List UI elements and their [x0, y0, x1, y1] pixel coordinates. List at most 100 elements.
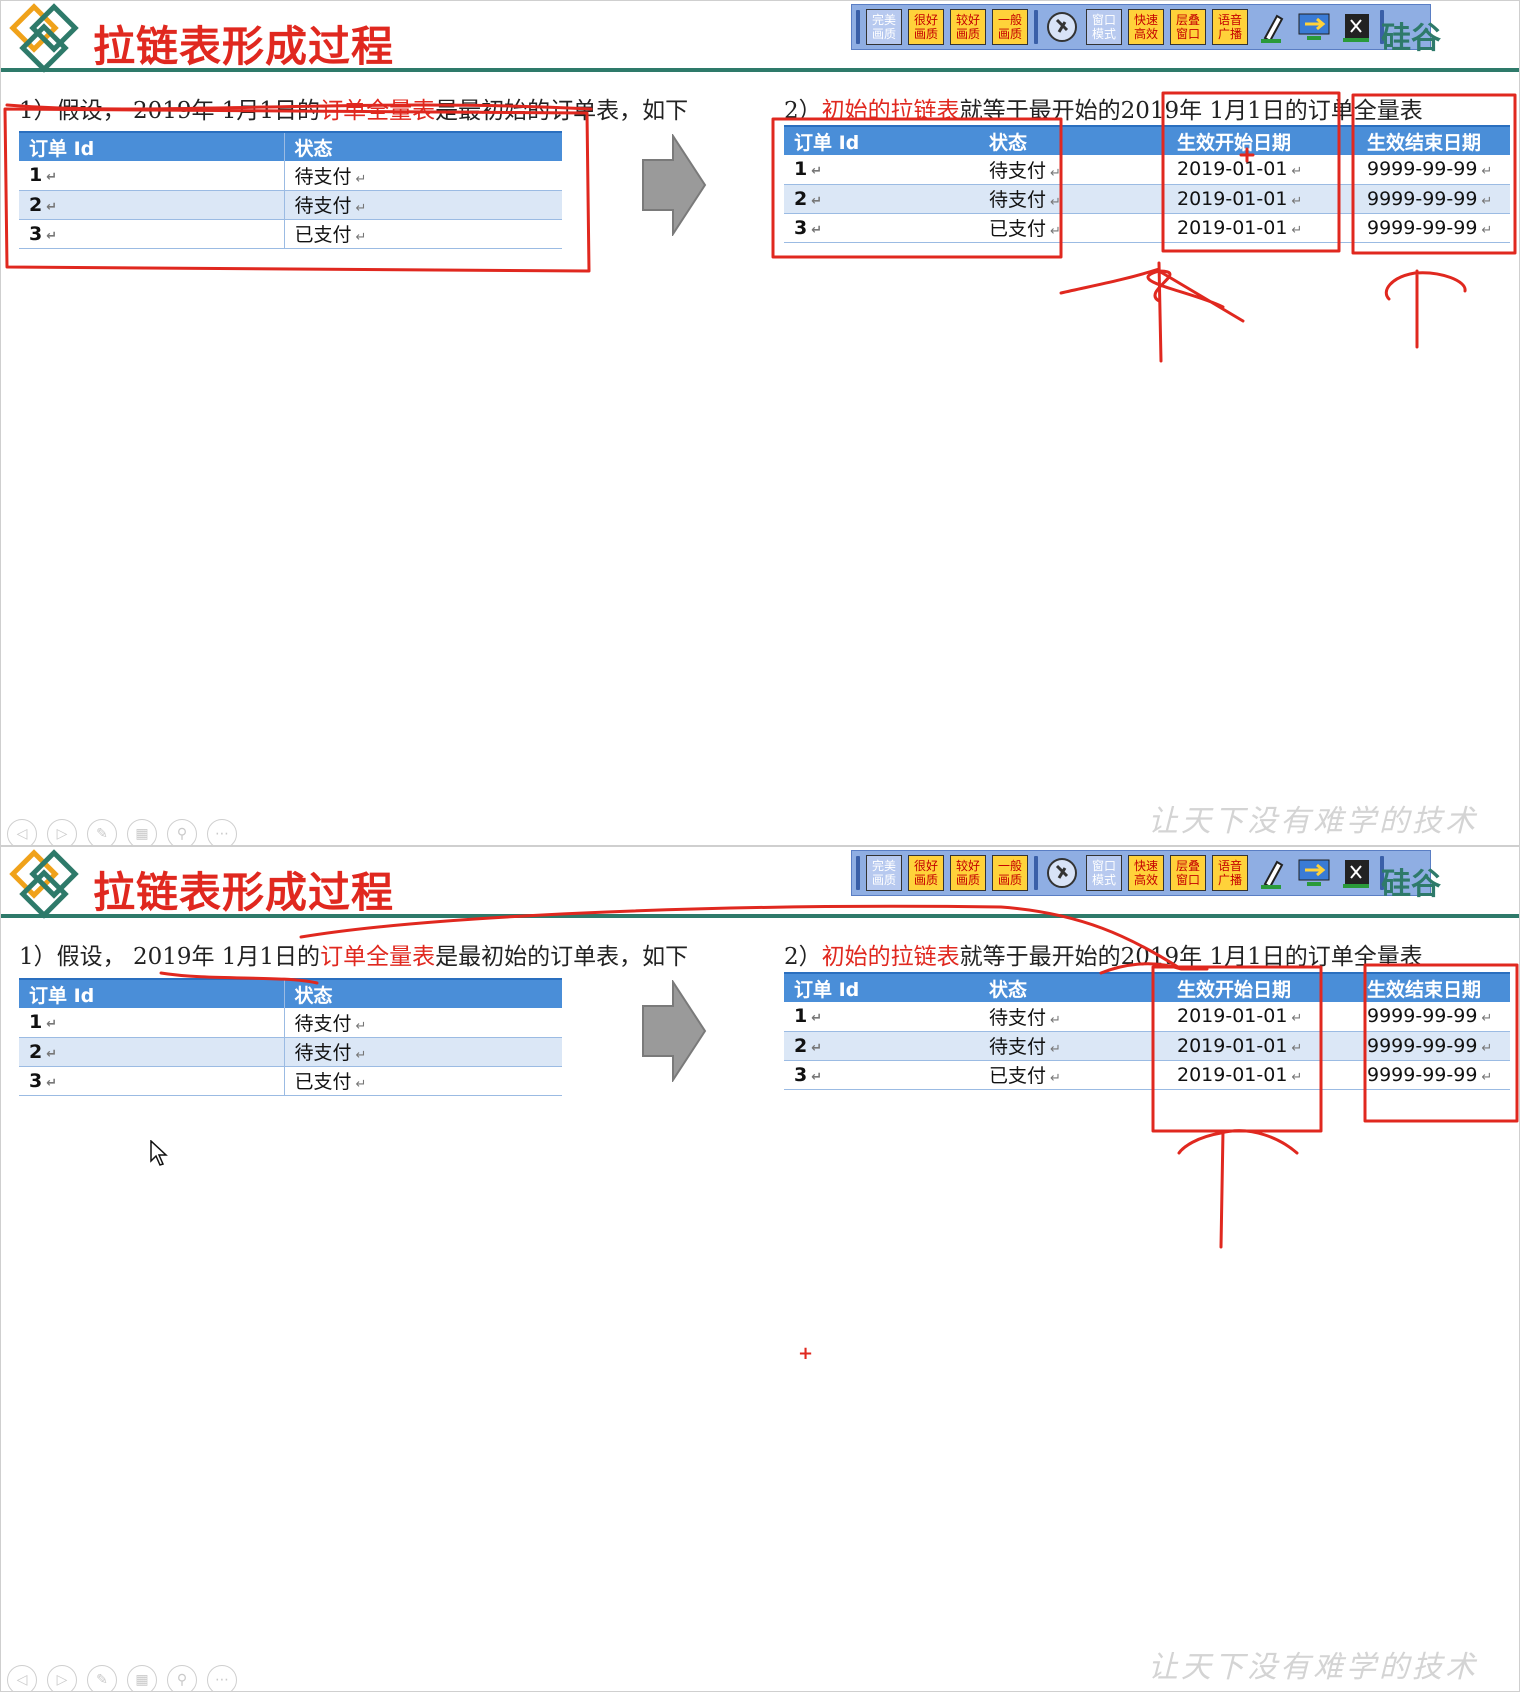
cell-text: 3: [794, 1063, 808, 1086]
table-cell: 3 ↵: [784, 1060, 979, 1090]
more-options-button[interactable]: ⋯: [207, 819, 237, 845]
table-cell: 已支付 ↵: [979, 213, 1167, 243]
return-mark: ↵: [46, 1017, 58, 1033]
right-arrow-icon: [642, 134, 707, 236]
order-full-table: 订单 Id 状态 1 ↵ 待支付 ↵ 2 ↵ 待支付 ↵ 3 ↵ 已支付 ↵: [19, 131, 562, 249]
slides-grid-button[interactable]: ▦: [127, 819, 157, 845]
cell-text: 待支付: [989, 1036, 1047, 1058]
board-icon[interactable]: [1338, 9, 1374, 45]
cell-text: 2019-01-01: [1177, 216, 1288, 239]
cascade-window-button[interactable]: 层叠窗口: [1170, 9, 1206, 45]
diamond-logo-icon: [9, 3, 79, 73]
return-mark: ↵: [1291, 1069, 1303, 1085]
table-row: 3 ↵ 已支付 ↵ 2019-01-01 ↵ 9999-99-99 ↵: [784, 213, 1510, 243]
table-cell: 9999-99-99 ↵: [1357, 1060, 1510, 1090]
table-row: 2 ↵ 待支付 ↵ 2019-01-01 ↵ 9999-99-99 ↵: [784, 1031, 1510, 1061]
step-1-highlight: 订单全量表: [320, 944, 436, 970]
step-1-text: 1）假设， 2019年 1月1日的订单全量表是最初始的订单表，如下: [19, 91, 688, 125]
table-cell: 1 ↵: [784, 155, 979, 185]
pen-tool-button[interactable]: ✎: [87, 1665, 117, 1691]
voice-broadcast-button[interactable]: 语音广播: [1212, 855, 1248, 891]
table-row: 3 ↵ 已支付 ↵: [19, 1066, 562, 1096]
return-mark: ↵: [46, 1046, 58, 1062]
return-mark: ↵: [811, 1040, 823, 1056]
screen-switch-icon[interactable]: [1296, 855, 1332, 891]
return-mark: ↵: [1481, 193, 1493, 209]
table-cell: 9999-99-99 ↵: [1357, 213, 1510, 243]
table-header-cell: 生效结束日期: [1357, 972, 1510, 1002]
table-cell: 9999-99-99 ↵: [1357, 1031, 1510, 1061]
window-mode-button[interactable]: 窗口模式: [1086, 9, 1122, 45]
initial-zipper-table: 订单 Id 状态 生效开始日期 生效结束日期 1 ↵ 待支付 ↵ 2019-01-0…: [784, 972, 1510, 1090]
return-mark: ↵: [811, 1011, 823, 1027]
table-cell: 1 ↵: [19, 1008, 285, 1038]
table-row: 3 ↵ 已支付 ↵ 2019-01-01 ↵ 9999-99-99 ↵: [784, 1060, 1510, 1090]
table-cell: 2019-01-01 ↵: [1167, 155, 1357, 185]
cell-text: 9999-99-99: [1367, 187, 1478, 210]
step-2-highlight: 初始的拉链表: [821, 98, 960, 124]
cell-text: 1: [29, 164, 43, 187]
toolbar-separator: [1034, 10, 1038, 44]
return-mark: ↵: [1291, 1011, 1303, 1027]
more-options-button[interactable]: ⋯: [207, 1665, 237, 1691]
pin-icon[interactable]: [1044, 855, 1080, 891]
table-cell: 1 ↵: [19, 161, 285, 191]
pen-tool-button[interactable]: ✎: [87, 819, 117, 845]
cell-text: 3: [29, 222, 43, 245]
table-header-row: 订单 Id 状态 生效开始日期 生效结束日期: [784, 125, 1510, 155]
cell-text: 待支付: [294, 1012, 352, 1035]
very-good-quality-button[interactable]: 很好画质: [908, 9, 944, 45]
next-slide-button[interactable]: ▷: [47, 1665, 77, 1691]
table-cell: 待支付 ↵: [284, 1037, 562, 1067]
very-good-quality-button[interactable]: 很好画质: [908, 855, 944, 891]
zoom-button[interactable]: ⚲: [167, 819, 197, 845]
brand-logo-text: 硅谷: [1381, 867, 1441, 902]
pin-icon[interactable]: [1044, 9, 1080, 45]
table-cell: 9999-99-99 ↵: [1357, 155, 1510, 185]
screen-switch-icon[interactable]: [1296, 9, 1332, 45]
slogan-watermark: 让天下没有难学的技术: [1148, 804, 1478, 839]
normal-quality-button[interactable]: 一般画质: [992, 855, 1028, 891]
slides-grid-button[interactable]: ▦: [127, 1665, 157, 1691]
cell-text: 待支付: [294, 1042, 352, 1064]
table-header-cell: 状态: [284, 978, 562, 1008]
step-2-prefix: 2）: [784, 98, 822, 124]
cell-text: 2: [29, 1040, 43, 1063]
table-cell: 3 ↵: [19, 1066, 285, 1096]
normal-quality-button[interactable]: 一般画质: [992, 9, 1028, 45]
board-icon[interactable]: [1338, 855, 1374, 891]
slide-nav-controls: ◁ ▷ ✎ ▦ ⚲ ⋯: [7, 819, 237, 845]
prev-slide-button[interactable]: ◁: [7, 819, 37, 845]
return-mark: ↵: [1050, 1071, 1061, 1086]
perfect-quality-button[interactable]: 完美画质: [866, 855, 902, 891]
prev-slide-button[interactable]: ◁: [7, 1665, 37, 1691]
table-cell: 待支付 ↵: [284, 1008, 562, 1038]
table-cell: 9999-99-99 ↵: [1357, 184, 1510, 214]
table-cell: 2 ↵: [784, 1031, 979, 1061]
fast-mode-button[interactable]: 快速高效: [1128, 855, 1164, 891]
table-cell: 2019-01-01 ↵: [1167, 1002, 1357, 1032]
return-mark: ↵: [1481, 164, 1493, 180]
cell-text: 待支付: [294, 195, 352, 217]
good-quality-button[interactable]: 较好画质: [950, 855, 986, 891]
step-1-suffix: 是最初始的订单表，如下: [435, 944, 689, 970]
window-mode-button[interactable]: 窗口模式: [1086, 855, 1122, 891]
zoom-button[interactable]: ⚲: [167, 1665, 197, 1691]
return-mark: ↵: [1050, 224, 1061, 239]
good-quality-button[interactable]: 较好画质: [950, 9, 986, 45]
fast-mode-button[interactable]: 快速高效: [1128, 9, 1164, 45]
step-1-prefix: 1）假设， 2019年 1月1日的: [19, 944, 321, 970]
slide-1: 拉链表形成过程 完美画质 很好画质 较好画质 一般画质 窗口模式 快速高效 层叠…: [0, 0, 1520, 846]
pen-icon[interactable]: [1254, 9, 1290, 45]
perfect-quality-button[interactable]: 完美画质: [866, 9, 902, 45]
voice-broadcast-button[interactable]: 语音广播: [1212, 9, 1248, 45]
next-slide-button[interactable]: ▷: [47, 819, 77, 845]
return-mark: ↵: [46, 228, 58, 244]
table-cell: 待支付 ↵: [284, 161, 562, 191]
cell-text: 2: [29, 193, 43, 216]
cascade-window-button[interactable]: 层叠窗口: [1170, 855, 1206, 891]
pen-icon[interactable]: [1254, 855, 1290, 891]
table-row: 1 ↵ 待支付 ↵ 2019-01-01 ↵ 9999-99-99 ↵: [784, 155, 1510, 185]
toolbar-separator: [856, 10, 860, 44]
return-mark: ↵: [355, 1018, 367, 1034]
